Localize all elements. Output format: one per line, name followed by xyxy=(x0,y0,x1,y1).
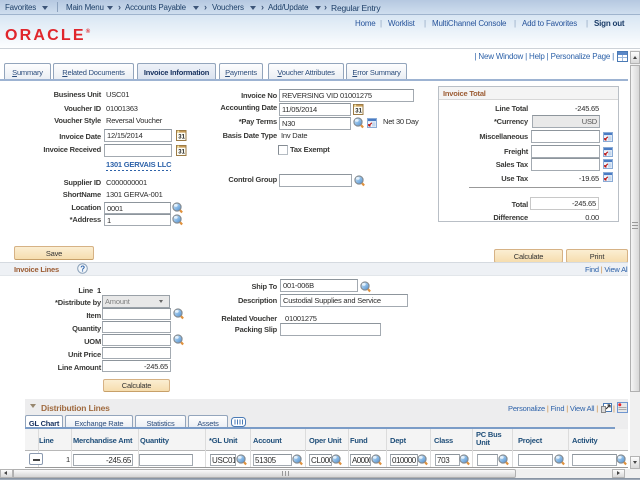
svg-text:?: ? xyxy=(80,264,85,273)
